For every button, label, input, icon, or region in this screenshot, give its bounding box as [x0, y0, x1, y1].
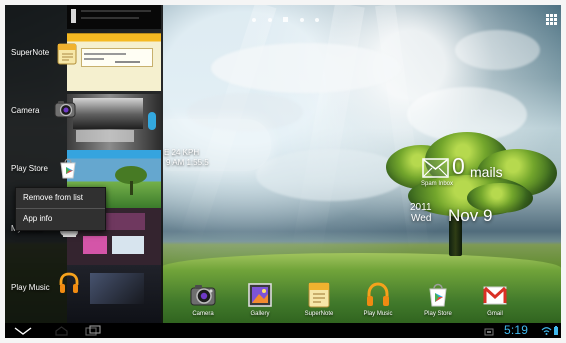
thumbnail-sidebar [71, 9, 76, 23]
home-icon[interactable] [55, 326, 68, 336]
home-dock: Camera Gallery SuperNote Play Music Play… [179, 279, 521, 326]
back-chevron-icon[interactable] [14, 327, 32, 335]
weather-widget[interactable]: E 24 KPH 9 AM 1:55:5 [147, 119, 271, 171]
date-widget[interactable]: 2011 Wed Nov 9 [410, 202, 505, 233]
apps-grid-icon[interactable] [546, 14, 557, 25]
page-indicator[interactable] [252, 16, 322, 26]
recent-thumbnail-top[interactable] [67, 5, 161, 29]
grid-square [554, 18, 557, 21]
thumbnail-line [84, 53, 126, 55]
recent-label-camera[interactable]: Camera [11, 106, 39, 116]
recent-label-play-store[interactable]: Play Store [11, 164, 48, 174]
thumbnail-camera-object [76, 130, 134, 142]
grid-square [550, 18, 553, 21]
page-dot [315, 18, 319, 22]
recent-label-supernote[interactable]: SuperNote [11, 48, 49, 58]
thumbnail-line [81, 17, 139, 19]
grid-square [554, 14, 557, 17]
thumbnail-album [90, 273, 144, 304]
weather-time: 9 AM 1:55:5 [166, 158, 209, 167]
screenshot-frame: E 24 KPH 9 AM 1:55:5 0 mails Spam Inbox … [0, 0, 566, 343]
screenshot-icon [484, 328, 494, 336]
dock-app-play-music[interactable]: Play Music [354, 279, 402, 325]
mail-widget[interactable]: 0 mails Spam Inbox [416, 154, 508, 194]
thumbnail-camera-preview [73, 98, 143, 129]
cloud [211, 43, 401, 93]
grid-square [546, 22, 549, 25]
remove-from-list-menu-item[interactable]: Remove from list [16, 188, 105, 208]
play-store-icon [429, 283, 447, 307]
camera-icon[interactable] [53, 97, 77, 121]
thumbnail-tile [83, 236, 107, 254]
grid-square [550, 14, 553, 17]
date-weekday: Wed [411, 213, 432, 224]
system-navigation-bar: 5:19 [5, 323, 561, 338]
dock-app-play-store[interactable]: Play Store [414, 279, 462, 325]
dock-app-supernote[interactable]: SuperNote [295, 279, 343, 325]
recent-apps-icon[interactable] [85, 325, 101, 336]
camera-icon [190, 285, 216, 306]
thumbnail-tile [112, 236, 144, 254]
supernote-icon[interactable] [55, 42, 79, 66]
wifi-icon [541, 327, 552, 335]
headphones-icon[interactable] [57, 271, 81, 295]
dock-app-gmail[interactable]: Gmail [471, 279, 519, 325]
gmail-icon [483, 286, 507, 305]
current-page-dot [283, 17, 288, 22]
headphones-icon [367, 282, 389, 306]
dock-label-supernote: SuperNote [304, 311, 334, 317]
grid-square [554, 22, 557, 25]
status-time: 5:19 [504, 323, 529, 337]
dock-app-camera[interactable]: Camera [179, 279, 227, 325]
supernote-icon [308, 282, 330, 308]
mail-icon [422, 158, 449, 178]
thumbnail-line [84, 58, 104, 60]
grid-square [546, 14, 549, 17]
thumbnail-camera-control [148, 112, 156, 130]
dock-app-gallery[interactable]: Gallery [236, 279, 284, 325]
app-info-menu-item[interactable]: App info [16, 209, 105, 229]
dock-label-play-music: Play Music [363, 311, 393, 317]
cloud [455, 30, 540, 70]
dock-label-camera: Camera [192, 311, 214, 317]
page-dot [300, 18, 304, 22]
recent-thumbnail-play-music[interactable] [67, 265, 161, 323]
dock-label-play-store: Play Store [424, 311, 452, 317]
cloud [256, 149, 406, 201]
date-main: Nov 9 [448, 206, 493, 225]
mail-label: mails [470, 164, 503, 180]
recent-thumbnail-camera[interactable] [67, 94, 161, 150]
grid-square [550, 22, 553, 25]
date-year: 2011 [410, 202, 432, 213]
grid-square [546, 18, 549, 21]
dock-label-gallery: Gallery [250, 311, 270, 317]
thumbnail-line [115, 61, 140, 63]
weather-speed: E 24 KPH [164, 148, 200, 157]
mail-subtitle: Spam Inbox [421, 181, 454, 187]
page-dot [268, 18, 272, 22]
page-dot [252, 18, 256, 22]
mail-count: 0 [452, 153, 465, 179]
recent-label-play-music[interactable]: Play Music [11, 283, 50, 293]
gallery-icon [248, 283, 272, 307]
recent-app-context-menu: Remove from list App info [15, 187, 106, 231]
battery-icon [554, 326, 558, 335]
recent-thumbnail-supernote[interactable] [67, 33, 161, 91]
thumbnail-trunk [130, 181, 133, 195]
dock-label-gmail: Gmail [487, 311, 503, 317]
play-store-icon[interactable] [56, 156, 80, 180]
recent-apps-panel: SuperNote Camera Play Store Play Music R… [5, 5, 163, 323]
tablet-screen: E 24 KPH 9 AM 1:55:5 0 mails Spam Inbox … [5, 5, 561, 338]
thumbnail-line [81, 10, 151, 12]
